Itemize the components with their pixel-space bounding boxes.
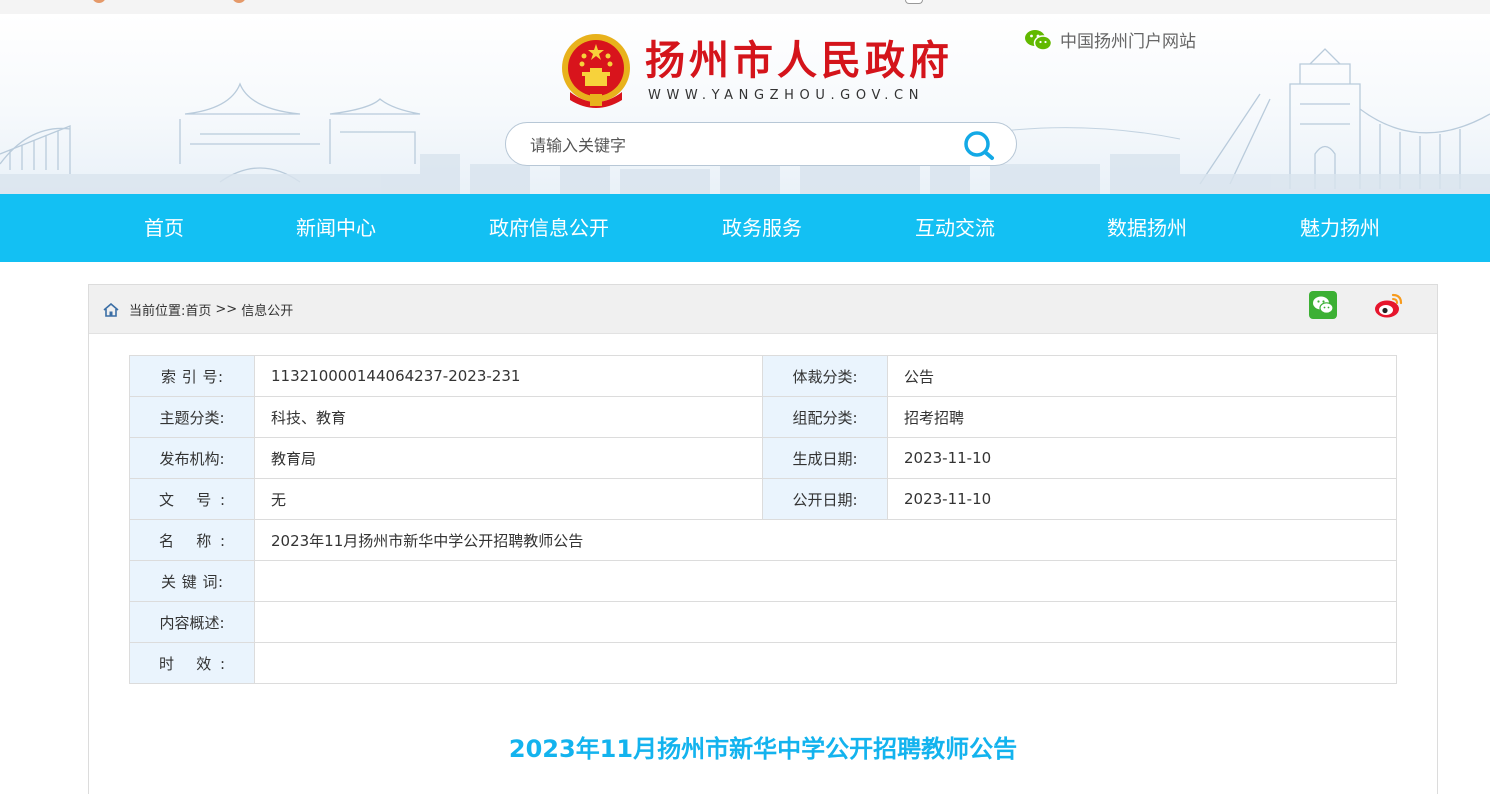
label-keywords: 关 键 词:	[129, 560, 255, 602]
label-config: 组配分类:	[762, 396, 888, 438]
site-url: WWW.YANGZHOU.GOV.CN	[648, 88, 925, 103]
label-publisher: 发布机构:	[129, 437, 255, 479]
table-row: 文 号: 无 公开日期: 2023-11-10	[129, 478, 1397, 520]
value-validity	[254, 642, 1397, 684]
site-header: 扬州市人民政府 WWW.YANGZHOU.GOV.CN 中国扬州门户网站	[0, 14, 1490, 194]
article-title: 2023年11月扬州市新华中学公开招聘教师公告	[508, 735, 1018, 763]
label-index-no: 索 引 号:	[129, 355, 255, 397]
label-published: 公开日期:	[762, 478, 888, 520]
nav-gov-info[interactable]: 政府信息公开	[489, 194, 609, 262]
label-validity: 时 效:	[129, 642, 255, 684]
value-index-no: 113210000144064237-2023-231	[254, 355, 763, 397]
breadcrumb-home[interactable]: 首页	[185, 300, 211, 319]
label-name: 名 称:	[129, 519, 255, 561]
table-row: 名 称: 2023年11月扬州市新华中学公开招聘教师公告	[129, 519, 1397, 561]
value-publisher: 教育局	[254, 437, 763, 479]
nav-charm[interactable]: 魅力扬州	[1300, 194, 1380, 262]
nav-interaction[interactable]: 互动交流	[915, 194, 995, 262]
search-icon[interactable]	[962, 129, 996, 161]
top-icon-middle[interactable]	[232, 0, 246, 3]
label-genre: 体裁分类:	[762, 355, 888, 397]
nav-services[interactable]: 政务服务	[722, 194, 802, 262]
table-row: 关 键 词:	[129, 560, 1397, 602]
nav-home[interactable]: 首页	[144, 194, 184, 262]
home-icon	[103, 302, 119, 317]
value-keywords	[254, 560, 1397, 602]
portal-link[interactable]: 中国扬州门户网站	[1024, 27, 1196, 52]
main-nav: 首页 新闻中心 政府信息公开 政务服务 互动交流 数据扬州 魅力扬州	[0, 194, 1490, 262]
value-summary	[254, 601, 1397, 643]
breadcrumb-info[interactable]: 信息公开	[241, 300, 293, 319]
site-title: 扬州市人民政府	[645, 37, 953, 84]
nav-data[interactable]: 数据扬州	[1107, 194, 1187, 262]
table-row: 内容概述:	[129, 601, 1397, 643]
nav-news[interactable]: 新闻中心	[296, 194, 376, 262]
value-config: 招考招聘	[887, 396, 1397, 438]
top-icon-right[interactable]	[905, 0, 923, 4]
search-input[interactable]	[528, 132, 952, 158]
content-panel: 当前位置: 首页 >> 信息公开 索 引 号: 1132100001440642…	[88, 284, 1438, 794]
top-icon-left[interactable]	[92, 0, 106, 3]
value-published: 2023-11-10	[887, 478, 1397, 520]
breadcrumb-bar: 当前位置: 首页 >> 信息公开	[89, 285, 1437, 334]
top-strip	[0, 0, 1490, 14]
value-doc-no: 无	[254, 478, 763, 520]
info-meta-table: 索 引 号: 113210000144064237-2023-231 体裁分类:…	[129, 355, 1397, 684]
table-row: 发布机构: 教育局 生成日期: 2023-11-10	[129, 437, 1397, 479]
label-doc-no: 文 号:	[129, 478, 255, 520]
label-topic: 主题分类:	[129, 396, 255, 438]
label-summary: 内容概述:	[129, 601, 255, 643]
search-box	[505, 122, 1017, 166]
table-row: 时 效:	[129, 642, 1397, 684]
table-row: 索 引 号: 113210000144064237-2023-231 体裁分类:…	[129, 355, 1397, 397]
breadcrumb-separator: >>	[215, 302, 238, 317]
wechat-icon	[1025, 29, 1052, 51]
value-created: 2023-11-10	[887, 437, 1397, 479]
breadcrumb: 当前位置: 首页 >> 信息公开	[103, 300, 293, 319]
breadcrumb-prefix: 当前位置:	[129, 304, 186, 319]
national-emblem-icon	[562, 34, 630, 108]
portal-link-text[interactable]: 中国扬州门户网站	[1060, 27, 1196, 52]
share-weibo-icon[interactable]	[1373, 289, 1405, 321]
label-created: 生成日期:	[762, 437, 888, 479]
table-row: 主题分类: 科技、教育 组配分类: 招考招聘	[129, 396, 1397, 438]
value-name: 2023年11月扬州市新华中学公开招聘教师公告	[254, 519, 1397, 561]
value-genre: 公告	[887, 355, 1397, 397]
share-wechat-icon[interactable]	[1309, 291, 1337, 319]
value-topic: 科技、教育	[254, 396, 763, 438]
